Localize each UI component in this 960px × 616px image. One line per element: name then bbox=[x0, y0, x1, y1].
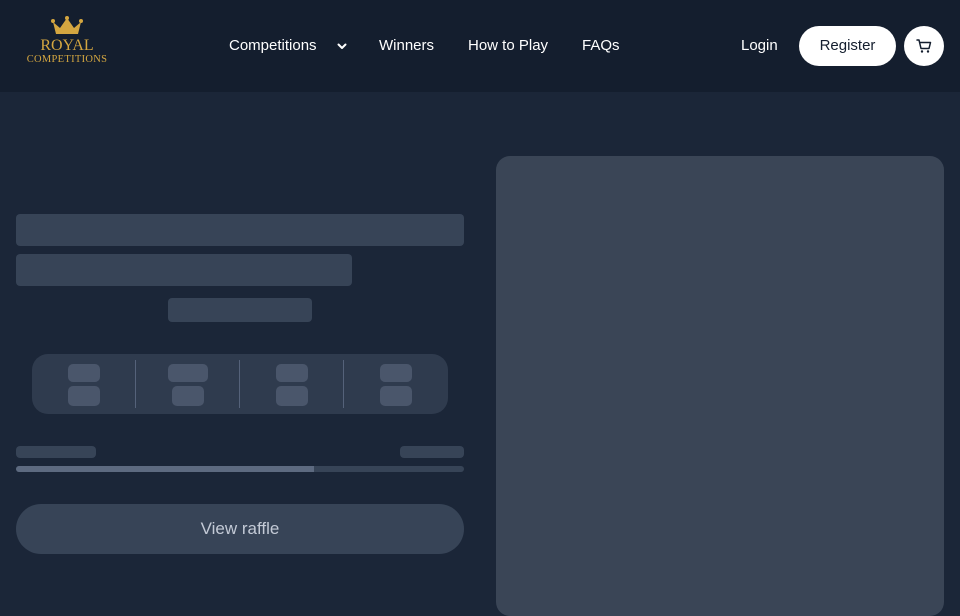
nav-item-winners[interactable]: Winners bbox=[379, 36, 434, 56]
brand-logo[interactable]: ROYAL COMPETITIONS bbox=[22, 16, 112, 74]
nav-item-label: Winners bbox=[379, 37, 435, 54]
tickets-sold-skeleton bbox=[16, 446, 96, 458]
nav-item-label: How to Play bbox=[468, 37, 549, 54]
timer-value-skeleton bbox=[380, 364, 412, 382]
title-skeleton-line1 bbox=[16, 214, 464, 246]
timer-value-skeleton bbox=[68, 364, 100, 382]
register-button[interactable]: Register bbox=[799, 26, 896, 66]
nav-item-how-to-play[interactable]: How to Play bbox=[468, 36, 548, 56]
nav-item-label: Competitions bbox=[229, 37, 317, 54]
brand-name-line2: COMPETITIONS bbox=[26, 54, 108, 65]
tickets-remaining-skeleton bbox=[400, 446, 464, 458]
countdown-timer-skeleton bbox=[32, 354, 448, 414]
timer-divider bbox=[343, 360, 344, 408]
timer-unit-skeleton bbox=[172, 386, 204, 406]
timer-divider bbox=[239, 360, 240, 408]
timer-divider bbox=[135, 360, 136, 408]
login-link[interactable]: Login bbox=[741, 36, 778, 56]
cart-button[interactable] bbox=[904, 26, 944, 66]
title-skeleton-line2 bbox=[16, 254, 352, 286]
chevron-down-icon bbox=[337, 43, 347, 49]
tickets-progress-bar bbox=[16, 466, 464, 472]
view-raffle-button[interactable]: View raffle bbox=[16, 504, 464, 554]
crown-icon bbox=[51, 16, 83, 34]
timer-unit-skeleton bbox=[380, 386, 412, 406]
raffle-image-placeholder bbox=[496, 156, 944, 616]
tickets-progress-fill bbox=[16, 466, 314, 472]
nav-item-faqs[interactable]: FAQs bbox=[582, 36, 620, 56]
cart-icon bbox=[916, 39, 932, 53]
price-skeleton bbox=[168, 298, 312, 322]
timer-unit-skeleton bbox=[276, 386, 308, 406]
timer-value-skeleton bbox=[276, 364, 308, 382]
brand-name-line1: ROYAL bbox=[40, 37, 94, 54]
timer-value-skeleton bbox=[168, 364, 208, 382]
timer-unit-skeleton bbox=[68, 386, 100, 406]
site-header: ROYAL COMPETITIONS Competitions Winners … bbox=[0, 0, 960, 92]
nav-item-label: FAQs bbox=[582, 37, 620, 54]
nav-item-competitions[interactable]: Competitions bbox=[229, 36, 347, 56]
